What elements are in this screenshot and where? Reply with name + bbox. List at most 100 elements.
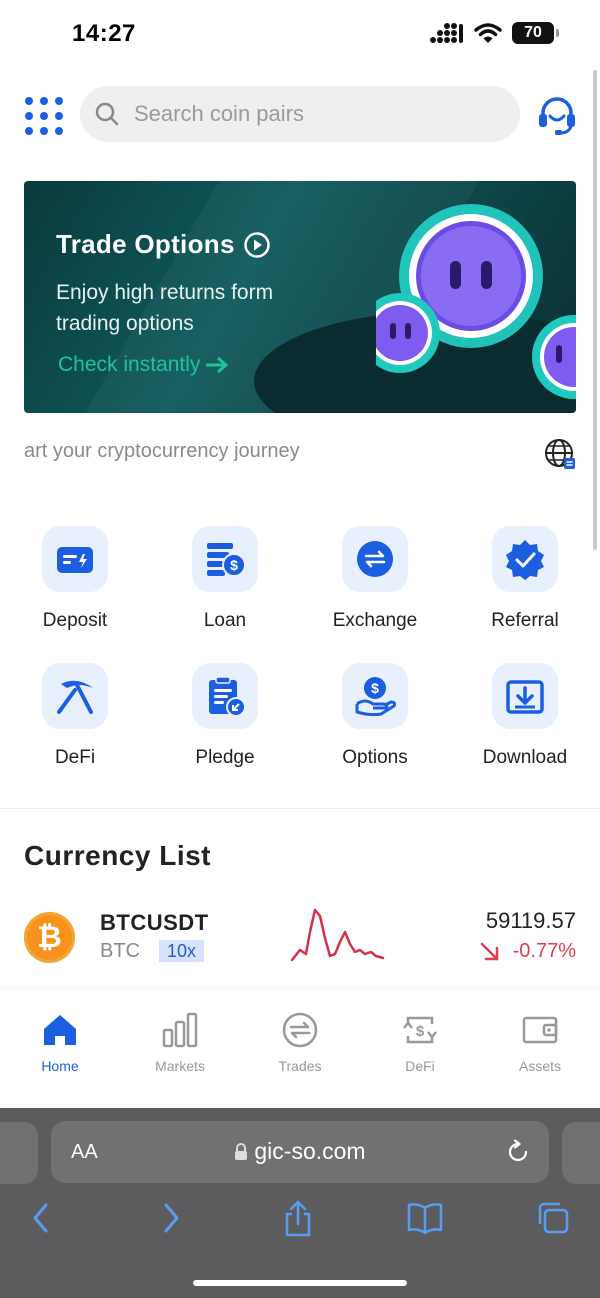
search-icon <box>95 102 119 126</box>
arrow-right-icon <box>206 356 229 374</box>
coin-pair-name: BTCUSDT <box>100 910 209 935</box>
menu-tile <box>192 663 258 729</box>
bottom-tab-bar: Home Markets Trades $ DeFi Assets <box>0 990 600 1108</box>
menu-label: Loan <box>203 610 247 631</box>
menu-tile: $ <box>342 663 408 729</box>
menu-item-options[interactable]: $ Options <box>300 663 450 769</box>
menu-tile <box>342 526 408 592</box>
bookmarks-book-icon[interactable] <box>406 1200 444 1236</box>
previous-tab-preview[interactable] <box>0 1122 38 1184</box>
browser-toolbar: AA gic-so.com <box>0 1108 600 1298</box>
exchange-icon <box>357 541 393 577</box>
section-divider <box>0 808 600 809</box>
menu-label: Exchange <box>332 610 418 631</box>
banner-cta-label: Check instantly <box>58 353 201 376</box>
menu-label: DeFi <box>54 747 96 768</box>
currency-list-title: Currency List <box>24 840 211 871</box>
share-icon[interactable] <box>282 1200 314 1238</box>
home-indicator[interactable] <box>193 1280 407 1286</box>
banner-title-text: Trade Options <box>56 229 235 259</box>
tab-label: Home <box>41 1058 79 1074</box>
svg-text:$: $ <box>230 557 238 573</box>
mascot-coin-illustration <box>376 204 576 399</box>
banner-subtitle: Enjoy high returns form trading options <box>56 281 274 335</box>
customer-support-icon[interactable] <box>536 94 578 136</box>
menu-item-deposit[interactable]: Deposit <box>0 526 150 632</box>
home-icon <box>44 1015 76 1045</box>
status-bar: 14:27 70 <box>0 0 600 70</box>
svg-text:$: $ <box>371 680 379 696</box>
tab-home[interactable]: Home <box>0 1010 120 1074</box>
btc-logo-icon: ₿ <box>24 912 75 963</box>
download-icon <box>506 680 544 714</box>
play-icon <box>243 231 270 258</box>
currency-row[interactable]: ₿ BTCUSDT BTC 10x 59119.57 -0.77% <box>0 896 600 980</box>
browser-nav-row <box>0 1200 600 1240</box>
search-input[interactable] <box>134 101 494 127</box>
menu-label: Pledge <box>195 747 255 768</box>
tab-label: Assets <box>518 1058 561 1074</box>
menu-tile: $ <box>192 526 258 592</box>
menu-item-download[interactable]: Download <box>450 663 600 769</box>
menu-item-exchange[interactable]: Exchange <box>300 526 450 632</box>
reload-icon[interactable] <box>505 1139 531 1165</box>
options-hand-coin-icon: $ <box>355 677 397 717</box>
status-time: 14:27 <box>72 20 136 47</box>
menu-item-defi[interactable]: DeFi <box>0 663 150 769</box>
tab-trades[interactable]: Trades <box>240 1010 360 1074</box>
menu-item-loan[interactable]: $ Loan <box>150 526 300 632</box>
lock-icon <box>235 1143 248 1160</box>
leverage-badge: 10x <box>159 940 205 962</box>
coin-price: 59119.57 <box>485 908 576 933</box>
announcement-marquee[interactable]: art your cryptocurrency journey <box>24 440 514 463</box>
tab-defi[interactable]: $ DeFi <box>360 1010 480 1074</box>
menu-label: Download <box>482 747 568 768</box>
search-bar[interactable] <box>80 86 520 142</box>
referral-badge-icon <box>506 540 544 580</box>
cellular-signal-icon <box>430 23 463 43</box>
defi-exchange-icon: $ <box>403 1016 437 1044</box>
back-arrow-icon[interactable] <box>28 1200 54 1236</box>
menu-item-pledge[interactable]: Pledge <box>150 663 300 769</box>
svg-text:$: $ <box>416 1023 425 1040</box>
markets-bar-chart-icon <box>162 1012 198 1048</box>
tab-label: Trades <box>278 1058 322 1074</box>
battery-indicator: 70 <box>512 22 559 44</box>
pickaxe-icon <box>57 680 93 714</box>
loan-icon: $ <box>207 543 246 577</box>
menu-tile <box>42 526 108 592</box>
price-sparkline <box>290 908 385 962</box>
coin-change-value: -0.77% <box>512 940 576 962</box>
apps-grid-icon[interactable] <box>24 96 64 136</box>
menu-label: Deposit <box>42 610 108 631</box>
wifi-icon <box>474 23 502 43</box>
address-bar[interactable]: AA gic-so.com <box>51 1121 549 1183</box>
menu-label: Referral <box>491 610 559 631</box>
tab-markets[interactable]: Markets <box>120 1010 240 1074</box>
arrow-down-right-icon <box>480 942 498 960</box>
url-display[interactable]: gic-so.com <box>51 1138 549 1165</box>
menu-tile <box>492 663 558 729</box>
banner-title: Trade Options <box>56 229 271 260</box>
trades-swap-icon <box>282 1012 318 1048</box>
top-header <box>0 86 600 144</box>
menu-item-referral[interactable]: Referral <box>450 526 600 632</box>
status-icons: 70 <box>430 22 559 44</box>
forward-arrow-icon[interactable] <box>158 1200 184 1236</box>
wallet-icon <box>522 1016 558 1044</box>
menu-tile <box>492 526 558 592</box>
banner-cta-link[interactable]: Check instantly <box>58 353 230 377</box>
coin-change: -0.77% <box>479 940 576 963</box>
tab-assets[interactable]: Assets <box>480 1010 600 1074</box>
menu-tile <box>42 663 108 729</box>
tabs-overview-icon[interactable] <box>536 1200 570 1236</box>
tab-label: Markets <box>155 1058 205 1074</box>
tab-label: DeFi <box>405 1058 435 1074</box>
url-text: gic-so.com <box>254 1138 366 1164</box>
globe-language-icon[interactable] <box>544 438 576 470</box>
promo-banner[interactable]: Trade Options Enjoy high returns form tr… <box>24 181 576 413</box>
menu-label: Options <box>342 747 408 768</box>
coin-base-symbol: BTC <box>100 940 140 962</box>
deposit-icon <box>57 547 93 573</box>
next-tab-preview[interactable] <box>562 1122 600 1184</box>
